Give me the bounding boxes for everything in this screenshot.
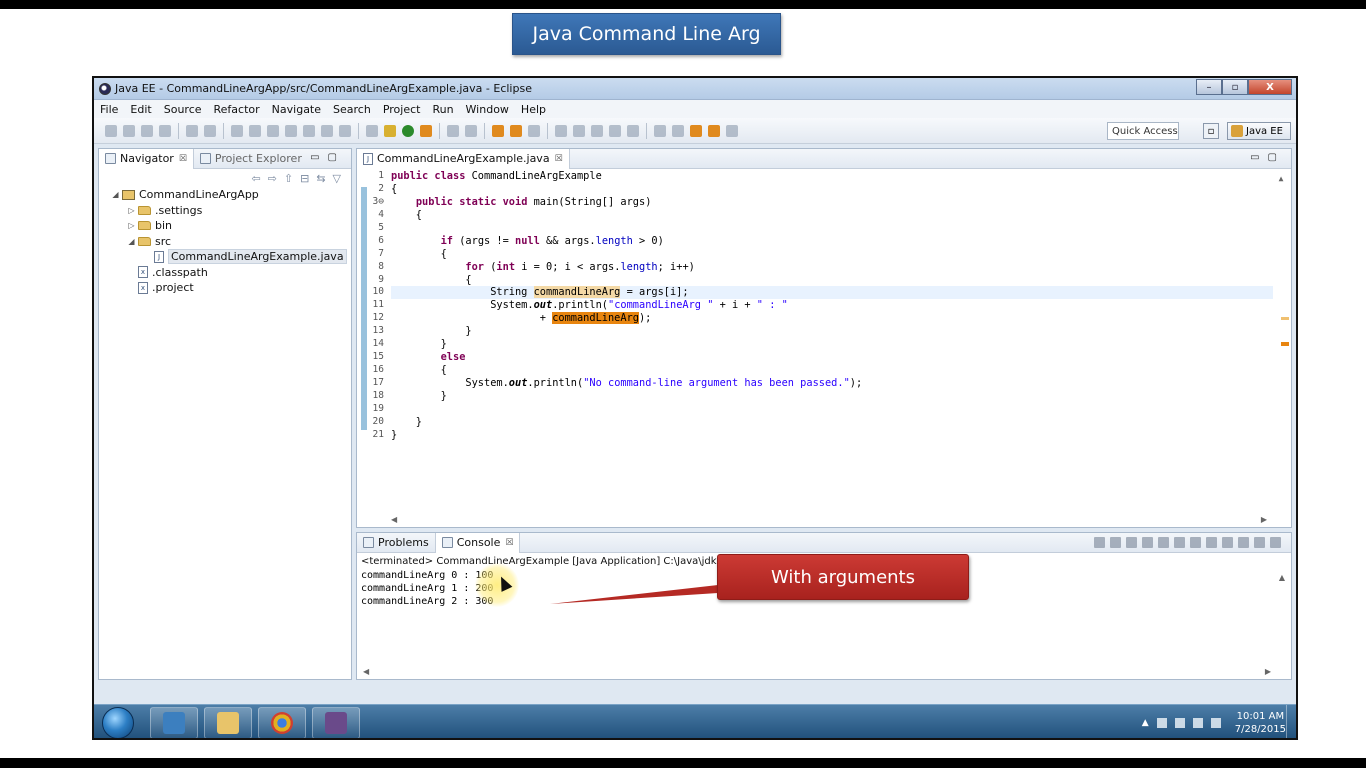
video-frame: Java Command Line Arg Java EE - CommandL…	[0, 0, 1366, 768]
callout-pointer	[550, 585, 718, 604]
letterbox-bottom	[0, 758, 1366, 768]
callout-with-arguments: With arguments	[717, 554, 969, 600]
